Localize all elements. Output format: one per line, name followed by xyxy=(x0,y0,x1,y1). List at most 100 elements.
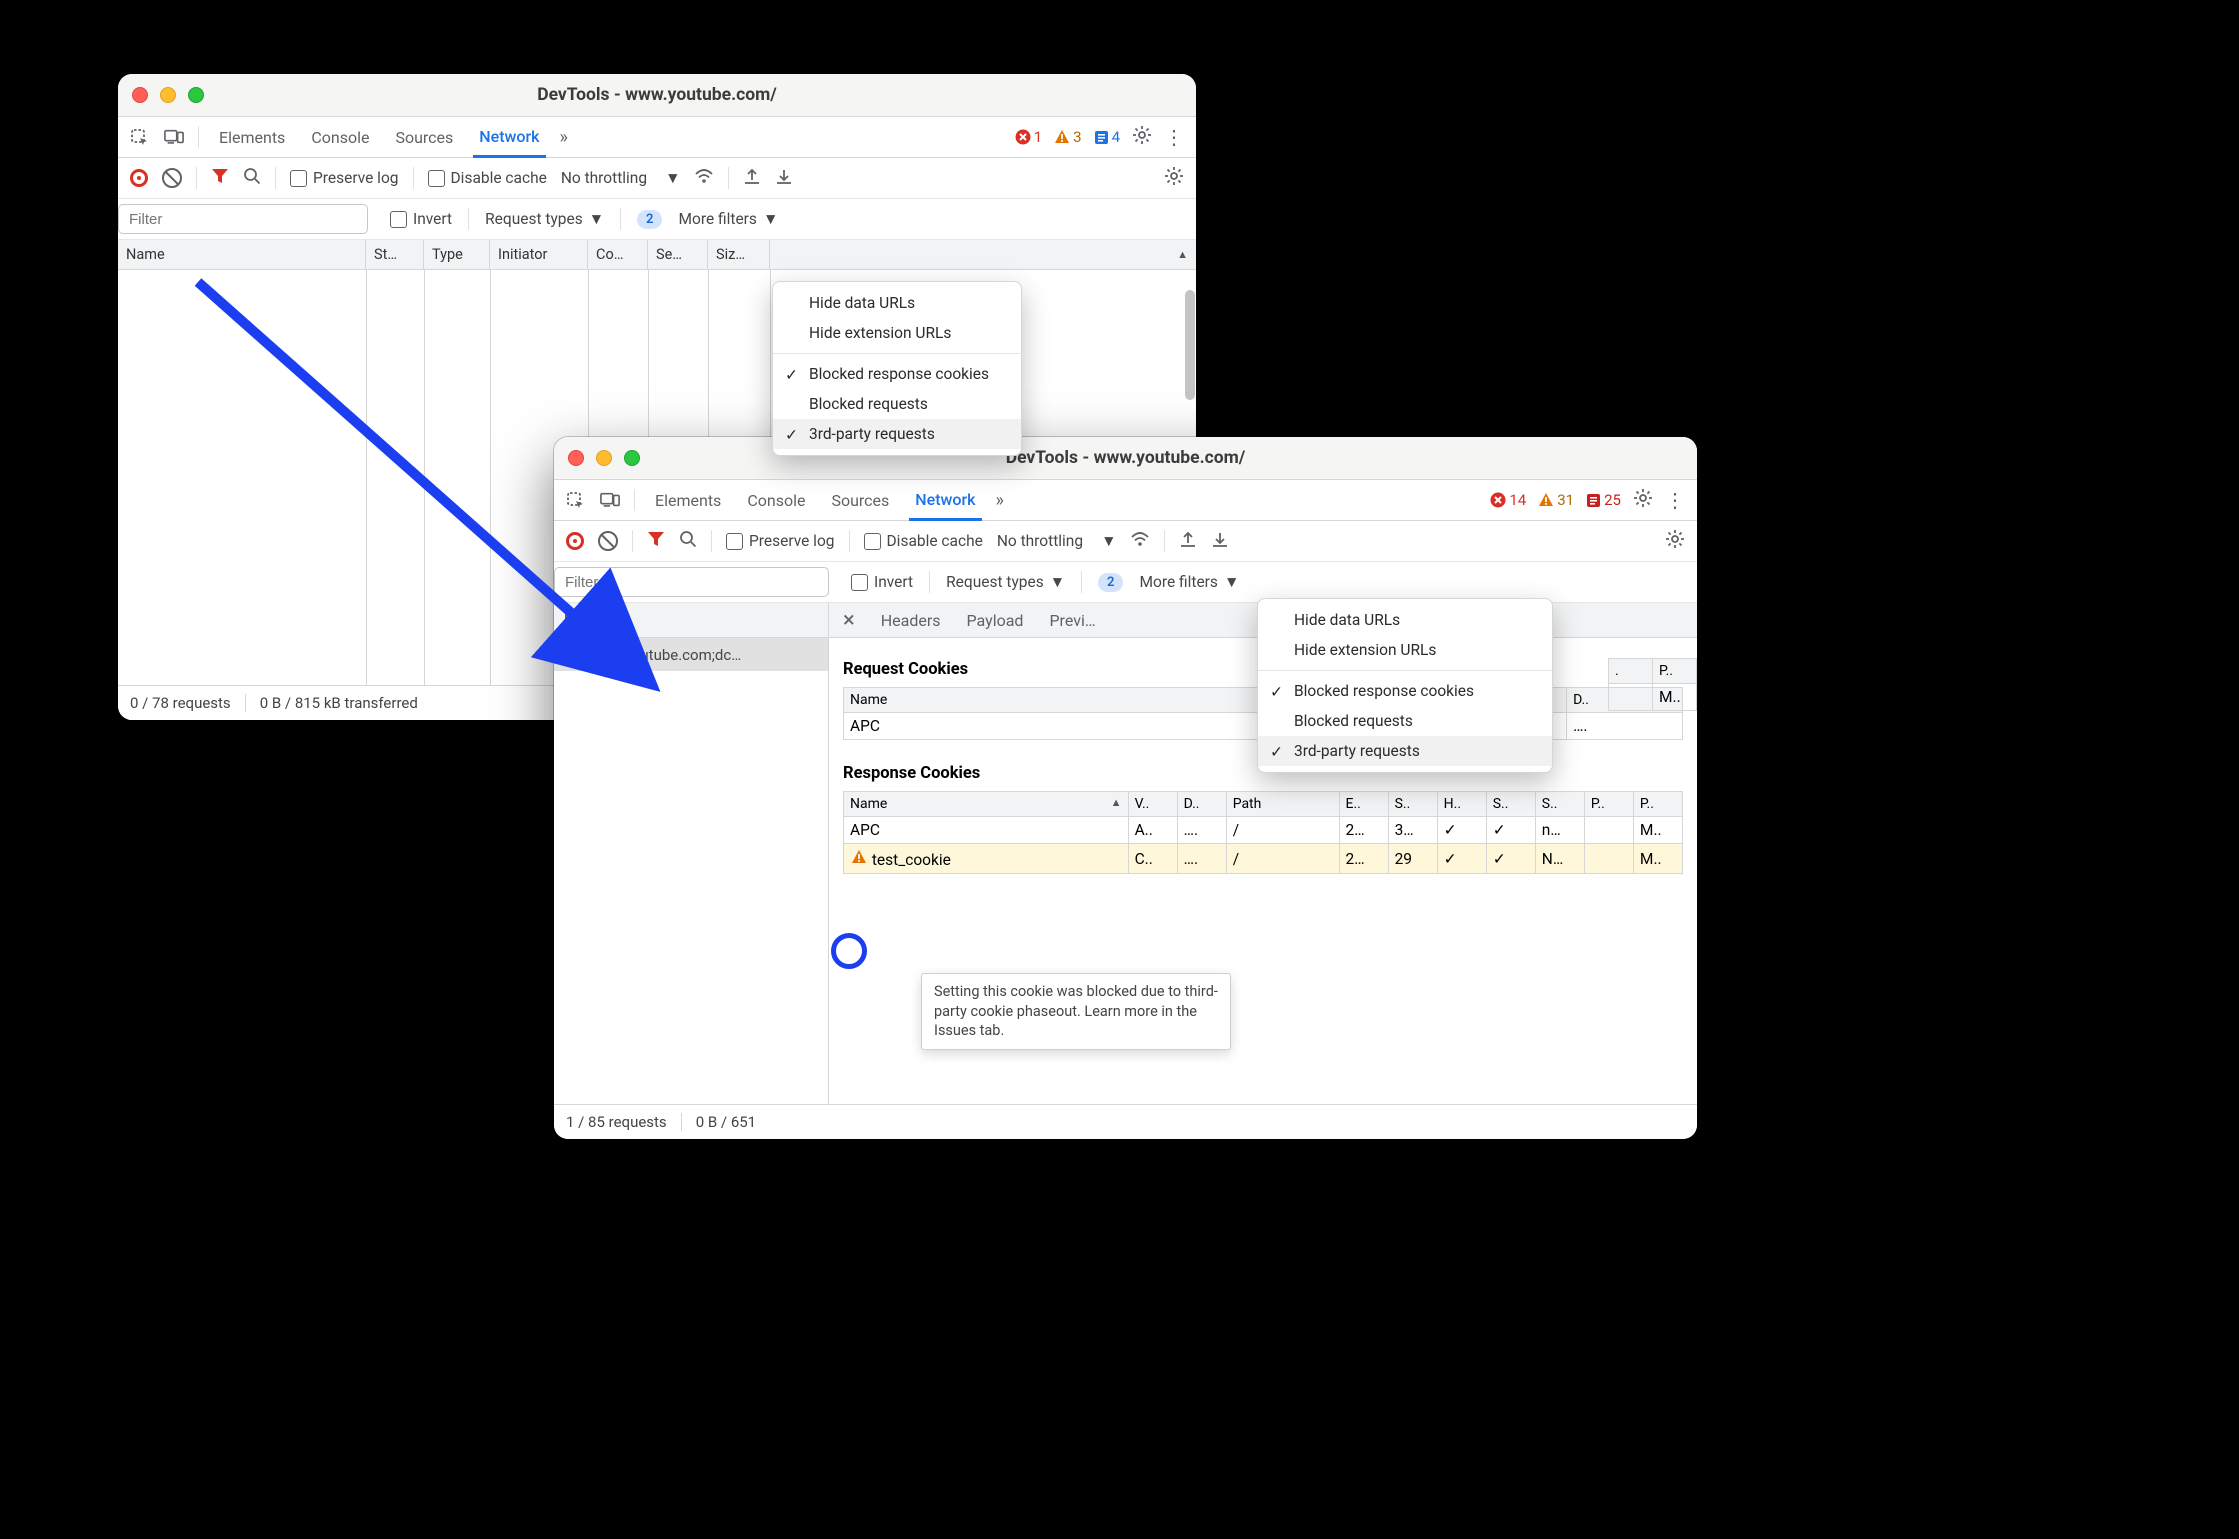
table-row-blocked[interactable]: test_cookie C.. …. / 2… 29 ✓ ✓ N… M.. xyxy=(844,844,1683,874)
tab-network[interactable]: Network xyxy=(909,481,981,521)
col-siz[interactable]: Siz… xyxy=(708,240,770,269)
download-har-icon[interactable] xyxy=(1211,530,1229,552)
minimize-window-button[interactable] xyxy=(160,87,176,103)
warning-count[interactable]: 3 xyxy=(1054,128,1081,146)
filter-icon[interactable] xyxy=(211,167,229,190)
tab-headers[interactable]: Headers xyxy=(881,611,941,630)
settings-icon[interactable] xyxy=(1633,488,1653,512)
col-status[interactable]: St… xyxy=(366,240,424,269)
col-name[interactable]: Name xyxy=(554,603,828,638)
close-window-button[interactable] xyxy=(568,450,584,466)
record-button[interactable] xyxy=(130,169,148,187)
network-conditions-icon[interactable] xyxy=(1130,531,1150,551)
col-se[interactable]: Se… xyxy=(648,240,708,269)
maximize-window-button[interactable] xyxy=(188,87,204,103)
minimize-window-button[interactable] xyxy=(596,450,612,466)
titlebar[interactable]: DevTools - www.youtube.com/ xyxy=(118,74,1196,117)
tab-sources[interactable]: Sources xyxy=(825,480,895,520)
preserve-log-toggle[interactable]: Preserve log xyxy=(290,169,399,187)
menu-hide-extension-urls[interactable]: Hide extension URLs xyxy=(1258,635,1552,665)
close-window-button[interactable] xyxy=(132,87,148,103)
tab-preview[interactable]: Previ… xyxy=(1049,611,1095,630)
invert-toggle[interactable]: Invert xyxy=(851,573,913,591)
info-count[interactable]: 4 xyxy=(1094,128,1120,146)
network-toolbar: Preserve log Disable cache No throttling… xyxy=(554,521,1697,562)
upload-har-icon[interactable] xyxy=(743,167,761,189)
tab-sources[interactable]: Sources xyxy=(389,117,459,157)
network-table-header: Name St… Type Initiator Co… Se… Siz… ▲ xyxy=(118,240,1196,270)
tab-elements[interactable]: Elements xyxy=(213,117,291,157)
more-filters-dropdown[interactable]: More filters ▼ xyxy=(1139,573,1239,592)
tab-console[interactable]: Console xyxy=(305,117,375,157)
device-icon[interactable] xyxy=(164,127,184,147)
resphdr-name[interactable]: Name▲ xyxy=(844,792,1129,817)
error-count[interactable]: 14 xyxy=(1490,491,1526,509)
response-cookies-table: Name▲ V.. D.. Path E.. S.. H.. S.. S.. P… xyxy=(843,791,1683,874)
search-icon[interactable] xyxy=(243,167,261,189)
preserve-log-toggle[interactable]: Preserve log xyxy=(726,532,835,550)
menu-hide-data-urls[interactable]: Hide data URLs xyxy=(1258,605,1552,635)
tab-payload[interactable]: Payload xyxy=(967,611,1024,630)
col-initiator[interactable]: Initiator xyxy=(490,240,588,269)
more-icon[interactable]: ⋮ xyxy=(1164,125,1184,149)
menu-blocked-response-cookies[interactable]: ✓Blocked response cookies xyxy=(1258,676,1552,706)
col-type[interactable]: Type xyxy=(424,240,490,269)
menu-blocked-requests[interactable]: Blocked requests xyxy=(773,389,1021,419)
search-icon[interactable] xyxy=(679,530,697,552)
inspect-icon[interactable] xyxy=(130,127,150,147)
menu-blocked-response-cookies[interactable]: ✓Blocked response cookies xyxy=(773,359,1021,389)
filter-input[interactable] xyxy=(118,204,368,234)
inspect-icon[interactable] xyxy=(566,490,586,510)
menu-hide-extension-urls[interactable]: Hide extension URLs xyxy=(773,318,1021,348)
record-button[interactable] xyxy=(566,532,584,550)
table-row[interactable]: APC A.. …. / 2… 3… ✓ ✓ n… M.. xyxy=(844,817,1683,844)
tab-console[interactable]: Console xyxy=(741,480,811,520)
upload-har-icon[interactable] xyxy=(1179,530,1197,552)
requests-count: 0 / 78 requests xyxy=(130,694,231,712)
network-settings-icon[interactable] xyxy=(1665,529,1685,553)
more-filters-menu[interactable]: Hide data URLs Hide extension URLs ✓Bloc… xyxy=(1257,598,1553,773)
menu-hide-data-urls[interactable]: Hide data URLs xyxy=(773,288,1021,318)
more-icon[interactable]: ⋮ xyxy=(1665,488,1685,512)
throttling-select[interactable]: No throttling▼ xyxy=(561,169,681,188)
tab-network[interactable]: Network xyxy=(473,118,545,158)
clear-button[interactable] xyxy=(162,168,182,188)
tab-elements[interactable]: Elements xyxy=(649,480,727,520)
request-cookies-title: Request Cookies xyxy=(843,660,968,679)
invert-toggle[interactable]: Invert xyxy=(390,210,452,228)
disable-cache-toggle[interactable]: Disable cache xyxy=(864,532,983,550)
warning-count[interactable]: 31 xyxy=(1538,491,1574,509)
col-waterfall[interactable]: ▲ xyxy=(770,240,1196,269)
maximize-window-button[interactable] xyxy=(624,450,640,466)
disable-cache-toggle[interactable]: Disable cache xyxy=(428,169,547,187)
device-icon[interactable] xyxy=(600,490,620,510)
request-types-dropdown[interactable]: Request types ▼ xyxy=(485,210,604,229)
scrollbar-thumb[interactable] xyxy=(1185,290,1195,400)
request-row[interactable]: www.youtube.com;dc… xyxy=(554,638,828,671)
filter-icon[interactable] xyxy=(647,530,665,553)
col-name[interactable]: Name xyxy=(118,240,366,269)
annotation-circle xyxy=(831,933,867,969)
filter-input[interactable] xyxy=(554,567,829,597)
info-count[interactable]: 25 xyxy=(1586,491,1621,509)
clear-button[interactable] xyxy=(598,531,618,551)
titlebar[interactable]: DevTools - www.youtube.com/ xyxy=(554,437,1697,480)
network-settings-icon[interactable] xyxy=(1164,166,1184,190)
more-filters-dropdown[interactable]: More filters ▼ xyxy=(678,210,778,229)
col-co[interactable]: Co… xyxy=(588,240,648,269)
error-count[interactable]: 1 xyxy=(1015,128,1042,146)
menu-3rd-party-requests[interactable]: ✓3rd-party requests xyxy=(1258,736,1552,766)
throttling-select[interactable]: No throttling▼ xyxy=(997,532,1117,551)
request-types-dropdown[interactable]: Request types ▼ xyxy=(946,573,1065,592)
tabs-overflow[interactable]: » xyxy=(996,490,1004,511)
menu-blocked-requests[interactable]: Blocked requests xyxy=(1258,706,1552,736)
panel-tabbar: Elements Console Sources Network » 1 3 4… xyxy=(118,117,1196,158)
close-detail-button[interactable]: × xyxy=(843,608,855,633)
more-filters-menu[interactable]: Hide data URLs Hide extension URLs ✓Bloc… xyxy=(772,281,1022,456)
tabs-overflow[interactable]: » xyxy=(560,127,568,148)
network-conditions-icon[interactable] xyxy=(694,168,714,188)
settings-icon[interactable] xyxy=(1132,125,1152,149)
panel-tabbar: Elements Console Sources Network » 14 31… xyxy=(554,480,1697,521)
menu-3rd-party-requests[interactable]: ✓3rd-party requests xyxy=(773,419,1021,449)
download-har-icon[interactable] xyxy=(775,167,793,189)
